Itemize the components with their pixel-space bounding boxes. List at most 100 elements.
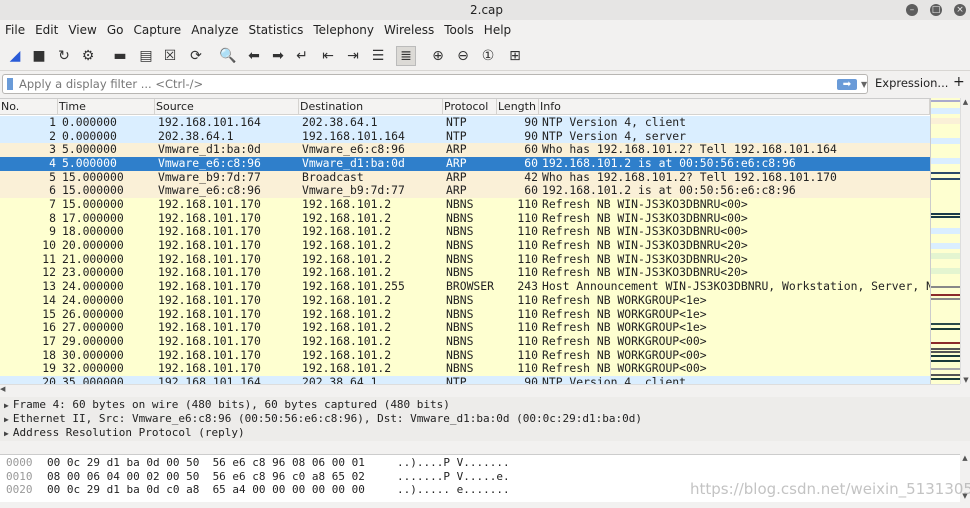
packet-proto: NBNS (446, 265, 474, 280)
packet-row[interactable]: 17 29.000000 192.168.101.170 192.168.101.2 N… (0, 334, 930, 349)
packet-row[interactable]: 20 35.000000 192.168.101.164 202.38.64.1 NTP… (0, 375, 930, 384)
packet-time: 27.000000 (62, 320, 124, 335)
packet-row[interactable]: 15 26.000000 192.168.101.170 192.168.101.2 N… (0, 306, 930, 322)
packet-len: 110 (517, 320, 538, 335)
packet-row[interactable]: 9 18.000000 192.168.101.170 192.168.101.2 NB… (0, 224, 930, 240)
packet-row[interactable]: 11 21.000000 192.168.101.170 192.168.101.2 N… (0, 252, 930, 267)
packet-time: 26.000000 (62, 306, 124, 321)
scroll-left-icon[interactable]: ◀ (0, 385, 5, 393)
menu-edit[interactable]: Edit (35, 20, 58, 41)
packet-row[interactable]: 6 15.000000 Vmware_e6:c8:96 Vmware_b9:7d:77… (0, 183, 930, 199)
packet-no: 4 (49, 156, 56, 171)
column-header-time[interactable]: Time (58, 99, 155, 115)
add-filter-button[interactable]: + (953, 74, 965, 90)
packet-row[interactable]: 3 5.000000 Vmware_d1:ba:0d Vmware_e6:c8:96 A… (0, 143, 930, 158)
first-packet-icon[interactable]: ⇤ (318, 46, 338, 66)
column-header-source[interactable]: Source (155, 99, 299, 115)
go-back-icon[interactable]: ⬅ (244, 46, 264, 66)
packet-list-vertical-scrollbar[interactable]: ▲ ▼ (960, 98, 970, 384)
bookmark-icon[interactable] (7, 78, 13, 90)
detail-tree-item[interactable]: ▶ Ethernet II, Src: Vmware_e6:c8:96 (00:5… (4, 412, 642, 426)
expand-triangle-icon[interactable]: ▶ (4, 415, 9, 424)
packet-len: 90 (524, 128, 538, 143)
menu-telephony[interactable]: Telephony (313, 20, 374, 41)
minimap-stripe (931, 228, 961, 234)
packet-details-pane[interactable]: ▶ Frame 4: 60 bytes on wire (480 bits), 6… (0, 397, 970, 441)
find-packet-icon[interactable]: 🔍 (218, 46, 238, 66)
packet-no: 14 (42, 292, 56, 307)
packet-row[interactable]: 2 0.000000 202.38.64.1 192.168.101.164 NTP 90… (0, 128, 930, 144)
packet-minimap[interactable] (930, 98, 961, 384)
menu-statistics[interactable]: Statistics (248, 20, 303, 41)
scroll-up-icon[interactable]: ▲ (963, 98, 968, 106)
packet-list[interactable]: No. Time Source Destination Protocol Length In… (0, 98, 930, 384)
packet-len: 90 (524, 115, 538, 129)
packet-row[interactable]: 10 20.000000 192.168.101.170 192.168.101.2 N… (0, 238, 930, 253)
reload-file-icon[interactable]: ⟳ (186, 46, 206, 66)
expand-triangle-icon[interactable]: ▶ (4, 429, 9, 438)
column-header-info[interactable]: Info (539, 99, 930, 115)
packet-row[interactable]: 8 17.000000 192.168.101.170 192.168.101.2 NB… (0, 211, 930, 226)
scroll-down-icon[interactable]: ▼ (961, 376, 970, 384)
menu-analyze[interactable]: Analyze (191, 20, 238, 41)
packet-info: Refresh NB WORKGROUP<1e> (542, 306, 707, 321)
menu-file[interactable]: File (5, 20, 25, 41)
last-packet-icon[interactable]: ⇥ (343, 46, 363, 66)
column-header-destination[interactable]: Destination (299, 99, 443, 115)
minimap-stripe (931, 298, 961, 300)
packet-row[interactable]: 5 15.000000 Vmware_b9:7d:77 Broadcast ARP 42 W… (0, 169, 930, 185)
display-filter-input[interactable]: Apply a display filter ... <Ctrl-/> ➡ ▼ (2, 74, 868, 94)
packet-row[interactable]: 14 24.000000 192.168.101.170 192.168.101.2 N… (0, 292, 930, 308)
restart-capture-icon[interactable]: ↻ (54, 46, 74, 66)
column-header-length[interactable]: Length (497, 99, 539, 115)
open-file-icon[interactable]: ▬ (110, 46, 130, 66)
save-file-icon[interactable]: ▤ (136, 46, 156, 66)
packet-proto: NBNS (446, 238, 474, 253)
menu-capture[interactable]: Capture (133, 20, 181, 41)
column-header-protocol[interactable]: Protocol (443, 99, 497, 115)
detail-text: Ethernet II, Src: Vmware_e6:c8:96 (00:50… (12, 412, 642, 425)
zoom-out-icon[interactable]: ⊖ (453, 46, 473, 66)
go-forward-icon[interactable]: ➡ (268, 46, 288, 66)
close-file-icon[interactable]: ☒ (160, 46, 180, 66)
stop-capture-icon[interactable]: ■ (29, 46, 49, 66)
capture-options-icon[interactable]: ⚙ (78, 46, 98, 66)
packet-src: 192.168.101.170 (158, 197, 261, 212)
packet-row[interactable]: 16 27.000000 192.168.101.170 192.168.101.2 N… (0, 320, 930, 335)
detail-tree-item[interactable]: ▶ Address Resolution Protocol (reply) (4, 426, 245, 440)
packet-len: 42 (524, 169, 538, 184)
menu-wireless[interactable]: Wireless (384, 20, 434, 41)
packet-time: 5.000000 (62, 156, 117, 171)
packet-row[interactable]: 7 15.000000 192.168.101.170 192.168.101.2 NB… (0, 197, 930, 212)
resize-columns-icon[interactable]: ⊞ (505, 46, 525, 66)
chevron-down-icon[interactable]: ▼ (861, 76, 867, 94)
packet-row[interactable]: 4 5.000000 Vmware_e6:c8:96 Vmware_d1:ba:0d A… (0, 156, 930, 171)
zoom-in-icon[interactable]: ⊕ (428, 46, 448, 66)
packet-row[interactable]: 19 32.000000 192.168.101.170 192.168.101.2 N… (0, 362, 930, 376)
column-header-no[interactable]: No. (0, 99, 58, 115)
go-to-packet-icon[interactable]: ↵ (292, 46, 312, 66)
packet-row[interactable]: 18 30.000000 192.168.101.170 192.168.101.2 N… (0, 348, 930, 363)
menu-help[interactable]: Help (484, 20, 511, 41)
normal-size-icon[interactable]: ① (478, 46, 498, 66)
packet-list-horizontal-scrollbar[interactable]: ◀ (0, 384, 960, 395)
menu-go[interactable]: Go (107, 20, 124, 41)
packet-row[interactable]: 13 24.000000 192.168.101.170 192.168.101.25… (0, 279, 930, 294)
packet-src: Vmware_e6:c8:96 (158, 183, 261, 198)
autoscroll-icon[interactable]: ☰ (368, 46, 388, 66)
apply-filter-arrow-icon[interactable]: ➡ (837, 79, 857, 90)
menu-view[interactable]: View (68, 20, 96, 41)
packet-row[interactable]: 12 23.000000 192.168.101.170 192.168.101.2 N… (0, 265, 930, 281)
packet-time: 15.000000 (62, 183, 124, 198)
expand-triangle-icon[interactable]: ▶ (4, 401, 9, 410)
minimize-icon[interactable]: – (906, 4, 918, 16)
expression-button[interactable]: Expression... (875, 76, 948, 90)
close-icon[interactable]: × (954, 4, 966, 16)
maximize-icon[interactable]: □ (930, 4, 942, 16)
packet-row[interactable]: 1 0.000000 192.168.101.164 202.38.64.1 NTP 90… (0, 115, 930, 130)
colorize-icon[interactable]: ≣ (396, 46, 416, 66)
start-capture-icon[interactable]: ◢ (5, 46, 25, 66)
menu-tools[interactable]: Tools (444, 20, 474, 41)
packet-dst: 192.168.101.2 (302, 224, 392, 239)
detail-tree-item[interactable]: ▶ Frame 4: 60 bytes on wire (480 bits), 6… (4, 398, 450, 412)
